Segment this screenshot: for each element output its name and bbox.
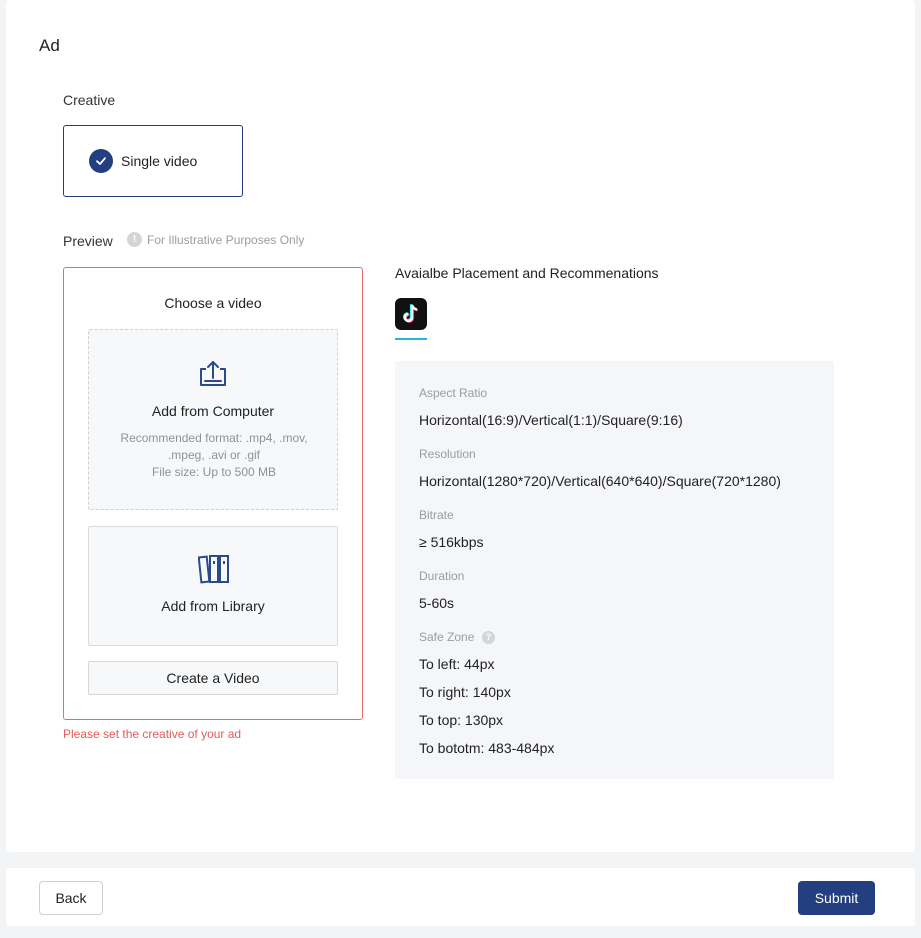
ad-card: Ad Creative Single video Preview ! For I…: [6, 0, 915, 852]
duration-value: 5-60s: [419, 595, 455, 611]
resolution-value: Horizontal(1280*720)/Vertical(640*640)/S…: [419, 473, 781, 489]
library-icon: [197, 554, 230, 589]
create-video-button[interactable]: Create a Video: [88, 661, 338, 695]
check-circle-icon: [89, 149, 113, 173]
add-from-computer-button[interactable]: Add from Computer Recommended format: .m…: [88, 329, 338, 510]
creative-error-message: Please set the creative of your ad: [63, 727, 242, 741]
safe-zone-left: To left: 44px: [419, 656, 495, 672]
hint-format-line-2: .mpeg, .avi or .gif: [167, 448, 261, 462]
submit-button[interactable]: Submit: [798, 881, 875, 915]
upload-hint: Recommended format: .mp4, .mov, .mpeg, .…: [113, 430, 315, 481]
safe-zone-top: To top: 130px: [419, 712, 504, 728]
bitrate-value: ≥ 516kbps: [419, 534, 484, 550]
add-from-computer-label: Add from Computer: [151, 403, 275, 419]
back-button[interactable]: Back: [39, 881, 103, 915]
aspect-ratio-label: Aspect Ratio: [419, 386, 488, 400]
footer-bar: Back Submit: [6, 868, 915, 926]
tab-tiktok[interactable]: [395, 298, 427, 340]
page-title: Ad: [39, 36, 60, 55]
upload-icon: [197, 360, 229, 393]
info-icon[interactable]: !: [127, 232, 142, 247]
preview-label: Preview: [63, 233, 113, 249]
aspect-ratio-value: Horizontal(16:9)/Vertical(1:1)/Square(9:…: [419, 412, 683, 428]
placement-specs-panel: Aspect Ratio Horizontal(16:9)/Vertical(1…: [395, 361, 834, 779]
creative-label: Creative: [63, 92, 116, 108]
help-icon[interactable]: ?: [482, 631, 495, 644]
single-video-option[interactable]: Single video: [63, 125, 243, 197]
bitrate-label: Bitrate: [419, 508, 454, 522]
add-from-library-label: Add from Library: [161, 598, 265, 614]
hint-size-line: File size: Up to 500 MB: [151, 465, 277, 479]
resolution-label: Resolution: [419, 447, 476, 461]
single-video-label: Single video: [121, 153, 198, 169]
safe-zone-label: Safe Zone: [419, 630, 475, 644]
duration-label: Duration: [419, 569, 465, 583]
add-from-library-button[interactable]: Add from Library: [88, 526, 338, 646]
tiktok-icon: [395, 298, 427, 330]
hint-format-line: Recommended format: .mp4, .mov,: [120, 431, 308, 445]
chooser-title: Choose a video: [164, 295, 262, 311]
placement-title: Avaialbe Placement and Recommenations: [395, 265, 659, 281]
safe-zone-right: To right: 140px: [419, 684, 511, 700]
safe-zone-bottom: To bototm: 483-484px: [419, 740, 555, 756]
active-tab-indicator: [395, 338, 427, 340]
illustrative-note: For Illustrative Purposes Only: [147, 233, 305, 247]
video-chooser: Choose a video Add from Computer Recomme…: [63, 267, 363, 720]
